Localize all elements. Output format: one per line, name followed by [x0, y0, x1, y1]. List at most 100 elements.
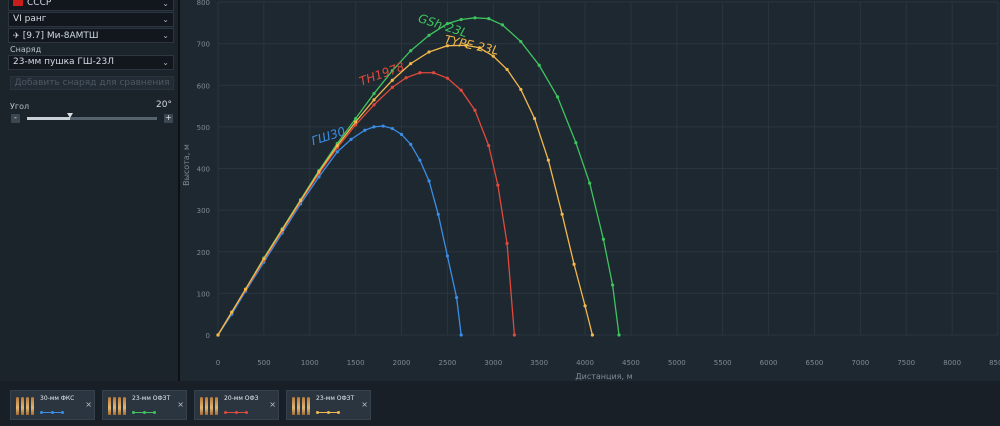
- series-point: [216, 333, 220, 337]
- series-point: [409, 49, 413, 53]
- shell-card[interactable]: 23-мм ОФЗТ ×: [286, 390, 371, 420]
- series-point: [532, 116, 537, 121]
- chevron-down-icon: ⌄: [162, 31, 169, 40]
- series-point: [588, 181, 592, 185]
- trajectory-chart: 0 500 1000 1500 2000 2500 3000 3500 4000 4500 5000…: [180, 0, 1000, 381]
- x-tick-label: 1000: [301, 359, 319, 367]
- series-point: [372, 103, 376, 107]
- series-point: [445, 254, 450, 258]
- angle-decrease-button[interactable]: -: [11, 114, 20, 123]
- x-tick-label: 500: [257, 359, 270, 367]
- close-icon[interactable]: ×: [361, 400, 368, 409]
- series-legend-line: [40, 411, 64, 414]
- sidebar: СССР ⌄ VI ранг ⌄ ✈ [9.7] Ми-8АМТШ ⌄ Снаряд 2…: [0, 0, 180, 381]
- series-point: [537, 63, 541, 67]
- series-point: [574, 141, 578, 145]
- series-point: [459, 333, 463, 337]
- series-point: [572, 262, 576, 266]
- series-point: [354, 120, 358, 124]
- shell-card[interactable]: 23-мм ОФЗТ ×: [102, 390, 187, 420]
- country-label: СССР: [27, 0, 52, 8]
- y-tick-label: 200: [197, 249, 210, 257]
- shell-card-name: 23-мм ОФЗТ: [132, 395, 171, 402]
- y-tick-label: 600: [197, 82, 210, 90]
- series-point: [487, 17, 491, 21]
- shell-card-name: 23-мм ОФЗТ: [316, 395, 355, 402]
- helicopter-icon: ✈: [13, 31, 20, 40]
- country-select[interactable]: СССР ⌄: [8, 0, 174, 11]
- chevron-down-icon: ⌄: [162, 0, 169, 8]
- series-point: [404, 76, 408, 80]
- add-shell-button[interactable]: Добавить снаряд для сравнения: [10, 76, 174, 90]
- y-tick-label: 700: [197, 41, 210, 49]
- series-point: [409, 62, 413, 66]
- series-point: [390, 78, 394, 82]
- shell-card-name: 30-мм ФКС: [40, 395, 75, 402]
- angle-label: Угол: [10, 102, 30, 111]
- y-tick-label: 800: [197, 0, 210, 7]
- y-tick-label: 500: [197, 124, 210, 132]
- series-point: [432, 71, 436, 75]
- x-axis-label: Дистанция, м: [575, 372, 632, 381]
- series-point: [390, 126, 394, 131]
- shell-card[interactable]: 30-мм ФКС ×: [10, 390, 95, 420]
- angle-increase-button[interactable]: +: [164, 114, 173, 123]
- shell-card-name: 20-мм ОФЗ: [224, 395, 259, 402]
- rank-select[interactable]: VI ранг ⌄: [8, 12, 174, 27]
- series-point: [363, 128, 367, 132]
- chevron-down-icon: ⌄: [162, 15, 169, 24]
- series-point: [487, 144, 491, 148]
- comparison-bar: 30-мм ФКС × 23-мм ОФЗТ × 20-мм ОФЗ × 23-мм ОФЗ…: [0, 381, 1000, 426]
- close-icon[interactable]: ×: [269, 400, 276, 409]
- shell-select[interactable]: 23-мм пушка ГШ-23Л ⌄: [8, 55, 174, 70]
- x-tick-label: 0: [216, 359, 220, 367]
- x-tick-label: 5500: [714, 359, 732, 367]
- angle-value: 20°: [156, 100, 172, 110]
- series-point: [280, 228, 284, 232]
- series-point: [262, 257, 266, 261]
- series-point: [512, 333, 516, 337]
- series-point: [418, 158, 422, 162]
- shell-icon: [15, 395, 37, 417]
- series-point: [349, 137, 353, 141]
- series-point: [473, 108, 477, 112]
- x-tick-label: 6500: [806, 359, 824, 367]
- x-tick-label: 5000: [668, 359, 686, 367]
- series-point: [243, 287, 248, 291]
- x-tick-label: 3000: [484, 359, 502, 367]
- series-point: [496, 183, 500, 187]
- series-point: [617, 333, 621, 337]
- series-point: [372, 91, 376, 96]
- series-point: [610, 283, 615, 287]
- series-point: [505, 241, 509, 246]
- y-axis-label: Высота, м: [182, 144, 191, 186]
- x-tick-label: 3500: [530, 359, 548, 367]
- series-point: [459, 88, 463, 92]
- close-icon[interactable]: ×: [85, 400, 92, 409]
- series-point: [317, 170, 321, 174]
- y-tick-label: 0: [206, 332, 210, 340]
- series-legend-line: [316, 411, 340, 414]
- angle-slider[interactable]: [27, 113, 157, 120]
- x-tick-label: 8000: [943, 359, 961, 367]
- series-point: [436, 212, 440, 216]
- x-tick-label: 7000: [851, 359, 869, 367]
- shell-card[interactable]: 20-мм ОФЗ ×: [194, 390, 279, 420]
- series-point: [372, 125, 376, 129]
- close-icon[interactable]: ×: [177, 400, 184, 409]
- x-tick-label: 4500: [622, 359, 640, 367]
- x-tick-label: 1500: [347, 359, 365, 367]
- series-point: [590, 333, 594, 337]
- series-point: [519, 39, 523, 44]
- series-point: [560, 212, 564, 216]
- series-point: [409, 142, 413, 146]
- vehicle-select[interactable]: ✈ [9.7] Ми-8АМТШ ⌄: [8, 28, 174, 43]
- shell-icon: [199, 395, 221, 417]
- y-tick-label: 100: [197, 290, 210, 298]
- series-point: [381, 124, 385, 128]
- x-tick-label: 2500: [438, 359, 456, 367]
- shell-icon: [291, 395, 313, 417]
- ussr-flag-icon: [13, 0, 23, 6]
- y-tick-label: 400: [197, 166, 210, 174]
- angle-slider-thumb[interactable]: [66, 113, 73, 118]
